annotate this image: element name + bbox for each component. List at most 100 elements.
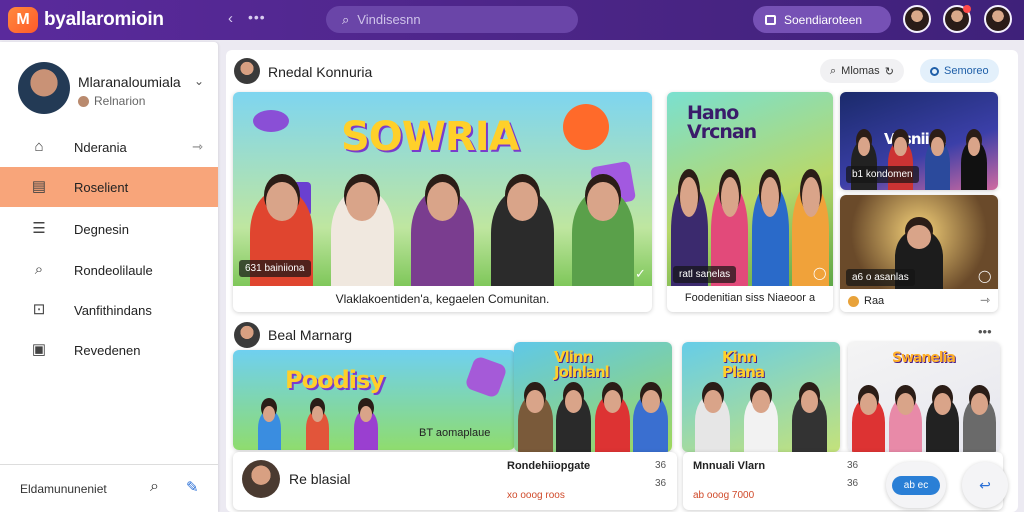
sidebar: Mlaranaloumiala Relnarion ⌄ ⌂ Nderania ⇾… [0,42,218,512]
hero-art-title: SOWRIA [341,114,520,160]
profile-name: Mlaranaloumiala [78,74,181,90]
card-art-title: Vlinn Jolnlanl [554,348,610,381]
search-icon: ⌕ [34,261,44,278]
hero-card[interactable]: SOWRIA 631 bainiiona ✓ Vlaklakoentiden'a… [233,92,652,312]
topbar-action-label: Soendiaroteen [784,12,863,27]
play-icon[interactable]: ◯ [813,266,826,280]
sidebar-item-label: Revedenen [74,342,141,358]
post-meta: xo ooog roos [507,490,565,501]
footer-label[interactable]: Eldamununeniet [20,482,107,496]
profile-subtitle-text: Relnarion [94,94,146,108]
filter-button[interactable]: ⌕ Mlomas ↻ [820,59,904,83]
section-avatar [234,322,260,348]
more-icon[interactable]: ••• [248,9,266,25]
video-card[interactable]: Poodisy BT aomaplaue [233,350,515,450]
sidebar-item-active[interactable]: ▤ Roselient [0,167,218,207]
hero-tag: 631 bainiiona [239,260,311,277]
sidebar-item-list[interactable]: ☰ Degnesin [0,209,218,249]
sort-label: Semoreo [944,65,989,77]
sidebar-item-gallery[interactable]: ⊡ Vanfithindans [0,290,218,330]
main-content: Rnedal Konnuria ⌕ Mlomas ↻ Semoreo SOWRI… [226,50,1018,512]
post-badge: 36 [847,478,859,489]
sidebar-item-label: Vanfithindans [74,302,152,318]
sidebar-item-label: Degnesin [74,221,129,237]
card-thumbnail: Hano Vrcnan [667,92,833,286]
card-art-title: Poodisy [285,366,385,394]
calendar-icon: ▣ [31,341,47,358]
gallery-icon: ⊡ [32,301,46,318]
action-button[interactable]: ab ec [886,462,946,508]
sidebar-item-home[interactable]: ⌂ Nderania ⇾ [0,127,218,167]
post-badge: 36 [655,478,667,489]
hero-thumbnail: SOWRIA [233,92,652,286]
card-tag: a6 o asanlas [846,269,915,286]
sidebar-item-search[interactable]: ⌕ Rondeolilaule [0,250,218,290]
search-icon: ⌕ [830,64,837,77]
search-bar[interactable]: ⌕ [326,6,578,33]
avatar[interactable] [984,5,1012,33]
check-icon: ✓ [635,266,646,281]
status-icon [78,95,89,107]
search-input[interactable] [357,12,548,27]
more-icon[interactable]: ••• [978,324,992,339]
card-tag: ratl sanelas [673,266,737,283]
card-caption: Raa [864,295,885,307]
sidebar-item-calendar[interactable]: ▣ Revedenen [0,330,218,370]
sidebar-item-label: Rondeolilaule [74,262,153,278]
card-art-title: Hano Vrcnan [687,102,757,143]
action-button-label: ab ec [891,475,941,495]
post-badge: 36 [847,460,859,471]
video-card[interactable]: Kinn Plana [682,342,840,452]
hero-caption: Vlaklakoentiden'a, kegaelen Comunitan. [335,292,550,306]
sidebar-footer: Eldamununeniet ⌕ ✎ [0,464,218,512]
post-card[interactable]: Mnnuali Vlarn ab ooog 7000 36 36 [683,452,1003,510]
video-card[interactable]: Vasniisa b1 kondomen [840,92,998,190]
pin-icon[interactable]: ⇾ [192,139,203,155]
refresh-icon: ↻ [884,65,894,78]
section-avatar [234,58,260,84]
search-icon: ⌕ [342,11,350,27]
pen-icon[interactable]: ✎ [186,478,199,496]
share-icon[interactable]: ⇾ [980,293,990,307]
window-icon [765,14,776,25]
document-icon: ▤ [31,178,47,195]
card-art-title: Swanelia [892,350,956,366]
notification-dot [963,5,971,13]
top-bar: M byallaromioin ‹ ••• ⌕ Soendiaroteen [0,0,1024,40]
search-icon[interactable]: ⌕ [150,478,159,496]
circle-icon [930,66,939,76]
video-card[interactable]: Vlinn Jolnlanl [514,342,672,452]
sidebar-item-label: Roselient [74,179,129,195]
card-caption-row: Raa [848,295,884,307]
coin-icon [848,295,859,307]
home-icon: ⌂ [34,138,44,155]
card-art-title: Kinn Plana [722,348,765,381]
chevron-down-icon[interactable]: ⌄ [194,74,204,88]
profile-subtitle: Relnarion [78,94,145,108]
filter-label: Mlomas [841,65,880,77]
list-icon: ☰ [32,220,46,237]
video-card[interactable]: Hano Vrcnan ratl sanelas ◯ Foodenitian s… [667,92,833,312]
sort-button[interactable]: Semoreo [920,59,999,83]
sidebar-item-label: Nderania [74,139,127,155]
back-icon[interactable]: ‹ [228,10,233,27]
post-card[interactable]: Re blasial Rondehiiopgate xo ooog roos 3… [233,452,677,510]
video-card[interactable]: a6 o asanlas ◯ Raa ⇾ [840,195,998,312]
card-tag: b1 kondomen [846,166,919,183]
avatar[interactable] [903,5,931,33]
topbar-action-button[interactable]: Soendiaroteen [753,6,891,33]
back-to-top-button[interactable]: ↩ [962,462,1008,508]
card-caption: Foodenitian siss Niaeoor a [684,292,816,304]
post-meta: ab ooog 7000 [693,490,755,501]
app-logo[interactable]: M [8,7,38,33]
play-icon[interactable]: ◯ [978,269,991,283]
section-title: Rnedal Konnuria [268,64,373,80]
section-title: Beal Marnarg [268,327,353,343]
avatar[interactable] [242,460,280,498]
profile-avatar[interactable] [18,62,70,114]
video-card[interactable]: Swanelia [848,342,1000,452]
post-title: Mnnuali Vlarn [693,460,766,472]
brand-name: byallaromioin [44,9,164,30]
post-title: Re blasial [289,471,351,487]
arrow-icon: ↩ [979,476,991,493]
